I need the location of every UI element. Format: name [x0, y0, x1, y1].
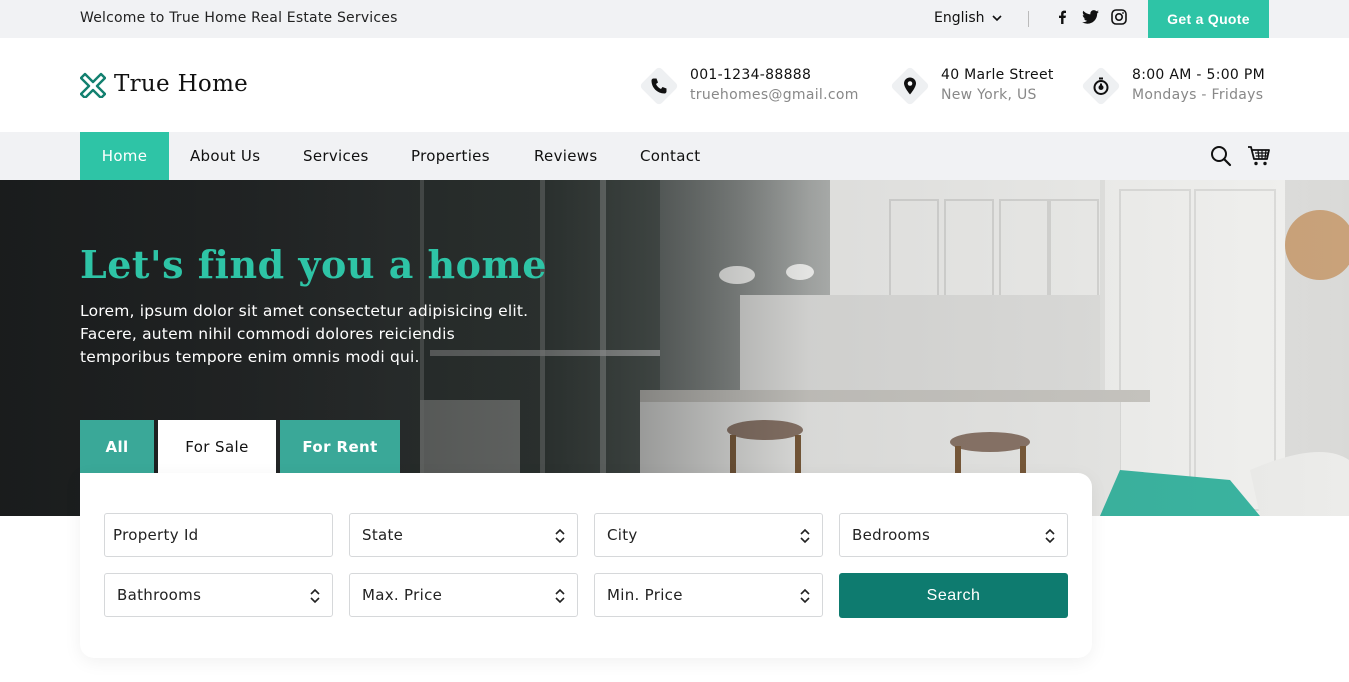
welcome-text: Welcome to True Home Real Estate Service…	[80, 10, 398, 26]
property-id-input[interactable]: Property Id	[104, 513, 333, 557]
max-price-select-label: Max. Price	[362, 586, 443, 604]
contact-hours: 8:00 AM - 5:00 PM Mondays - Fridays	[1080, 65, 1266, 106]
divider	[1028, 11, 1029, 27]
contact-address: 40 Marle Street New York, US	[889, 65, 1054, 106]
bedrooms-select-label: Bedrooms	[852, 526, 931, 544]
nav-item-about-us[interactable]: About Us	[190, 132, 260, 180]
chevron-down-icon	[991, 15, 1002, 22]
street-address: 40 Marle Street	[941, 67, 1054, 83]
nav-item-properties[interactable]: Properties	[411, 132, 490, 180]
logo-icon	[80, 72, 106, 98]
nav-item-home[interactable]: Home	[80, 132, 169, 180]
nav-item-reviews[interactable]: Reviews	[534, 132, 597, 180]
hero-title: Let's find you a home	[80, 242, 547, 287]
logo[interactable]: True Home	[80, 70, 248, 98]
min-price-select[interactable]: Min. Price	[594, 573, 823, 617]
instagram-icon[interactable]	[1110, 8, 1128, 26]
sort-caret-icon	[800, 588, 810, 604]
min-price-select-label: Min. Price	[607, 586, 683, 604]
max-price-select[interactable]: Max. Price	[349, 573, 578, 617]
get-quote-button[interactable]: Get a Quote	[1148, 0, 1269, 38]
phone-number: 001-1234-88888	[690, 67, 812, 83]
facebook-icon[interactable]	[1053, 8, 1071, 26]
search-button[interactable]: Search	[839, 573, 1068, 618]
bedrooms-select[interactable]: Bedrooms	[839, 513, 1068, 557]
city-select-label: City	[607, 526, 638, 544]
state-select-label: State	[362, 526, 404, 544]
working-days: Mondays - Fridays	[1132, 87, 1264, 103]
hero-description: Lorem, ipsum dolor sit amet consectetur …	[80, 302, 529, 366]
location-pin-icon	[889, 65, 930, 106]
sort-caret-icon	[555, 528, 565, 544]
language-label: English	[934, 10, 985, 26]
tab-all[interactable]: All	[80, 420, 154, 473]
language-selector[interactable]: English	[934, 10, 1003, 26]
nav-item-services[interactable]: Services	[303, 132, 369, 180]
cart-icon[interactable]	[1247, 144, 1271, 168]
property-search-panel: Property Id State City Bedrooms Bathroom…	[80, 473, 1092, 658]
sort-caret-icon	[310, 588, 320, 604]
email-address: truehomes@gmail.com	[690, 87, 859, 103]
sort-caret-icon	[555, 588, 565, 604]
working-hours: 8:00 AM - 5:00 PM	[1132, 67, 1266, 83]
tab-for-sale[interactable]: For Sale	[158, 420, 276, 473]
nav-item-contact[interactable]: Contact	[640, 132, 700, 180]
sort-caret-icon	[1045, 528, 1055, 544]
twitter-icon[interactable]	[1081, 8, 1099, 26]
bathrooms-select-label: Bathrooms	[117, 586, 202, 604]
phone-icon	[638, 65, 679, 106]
top-bar: Welcome to True Home Real Estate Service…	[0, 0, 1349, 38]
bathrooms-select[interactable]: Bathrooms	[104, 573, 333, 617]
sort-caret-icon	[800, 528, 810, 544]
state-select[interactable]: State	[349, 513, 578, 557]
stopwatch-icon	[1080, 65, 1121, 106]
tab-for-rent[interactable]: For Rent	[280, 420, 400, 473]
contact-phone: 001-1234-88888 truehomes@gmail.com	[638, 65, 859, 106]
city-address: New York, US	[941, 87, 1037, 103]
main-nav: Home About Us Services Properties Review…	[0, 132, 1349, 180]
city-select[interactable]: City	[594, 513, 823, 557]
logo-text: True Home	[114, 71, 249, 97]
search-icon[interactable]	[1209, 144, 1233, 168]
